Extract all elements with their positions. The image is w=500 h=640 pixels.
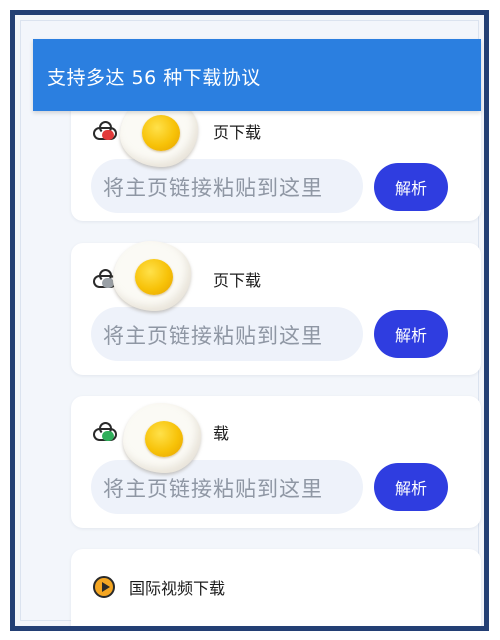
link-input-placeholder: 将主页链接粘贴到这里: [103, 176, 323, 200]
parse-button[interactable]: 解析: [374, 163, 448, 211]
link-input-placeholder: 将主页链接粘贴到这里: [103, 324, 323, 348]
cloud-download-icon: [91, 120, 121, 142]
intl-video-card[interactable]: 国际视频下载: [71, 549, 481, 626]
intl-card-title: 国际视频下载: [129, 579, 226, 598]
photo-frame: 支持多达 56 种下载协议 页下载 将主页链接粘贴到这里 解析 页下载 将主页链…: [10, 10, 489, 631]
fried-egg-sticker: [123, 403, 201, 473]
card-title: 页下载: [213, 271, 262, 290]
card-header: 国际视频下载: [93, 575, 225, 599]
link-input-placeholder: 将主页链接粘贴到这里: [103, 477, 323, 501]
app-screen: 支持多达 56 种下载协议 页下载 将主页链接粘贴到这里 解析 页下载 将主页链…: [20, 20, 481, 626]
fried-egg-sticker: [113, 241, 191, 311]
parse-button[interactable]: 解析: [374, 310, 448, 358]
link-input[interactable]: 将主页链接粘贴到这里: [91, 307, 363, 361]
header-title: 支持多达 56 种下载协议: [47, 67, 261, 89]
link-input[interactable]: 将主页链接粘贴到这里: [91, 159, 363, 213]
cloud-download-icon: [91, 421, 121, 443]
parse-button[interactable]: 解析: [374, 463, 448, 511]
play-icon: [93, 576, 115, 598]
app-header: 支持多达 56 种下载协议: [33, 39, 481, 111]
card-title: 载: [213, 424, 230, 443]
card-title: 页下载: [213, 123, 262, 142]
